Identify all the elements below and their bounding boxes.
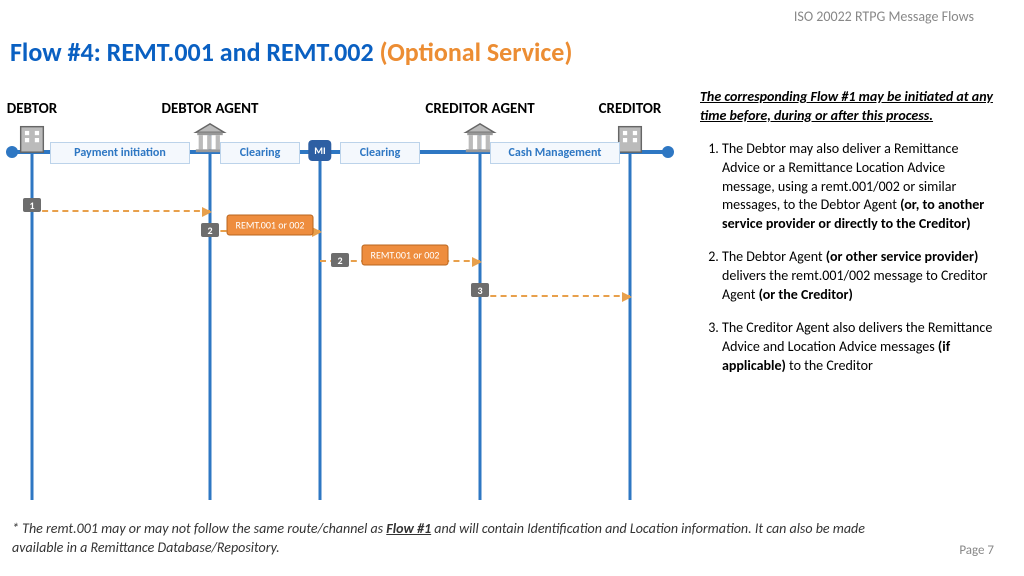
title-main: Flow #4: REMT.001 and REMT.002 <box>10 36 374 68</box>
segment-clearing-1: Clearing <box>220 142 300 164</box>
lifeline-dagent <box>209 128 212 500</box>
lifeline-debtor <box>31 128 34 500</box>
step-3-badge: 3 <box>471 283 489 297</box>
actor-cagent-label: CREDITOR AGENT <box>425 100 534 118</box>
segment-payment-initiation: Payment initiation <box>50 142 190 164</box>
sequence-diagram: DEBTOR DEBTOR AGENT CREDITOR AGENT CREDI… <box>10 100 670 500</box>
timing-note: The corresponding Flow #1 may be initiat… <box>700 88 994 126</box>
actor-creditor-label: CREDITOR <box>599 100 662 118</box>
step-1-badge: 1 <box>23 198 41 212</box>
msg-remt-2a: REMT.001 or 002 <box>227 215 314 236</box>
arrow-1 <box>32 210 210 212</box>
title-optional: (Optional Service) <box>380 36 573 68</box>
msg-remt-2b: REMT.001 or 002 <box>362 245 449 266</box>
actor-debtor-label: DEBTOR <box>7 100 57 118</box>
lifeline-cagent <box>479 128 482 500</box>
footnote: * The remt.001 may or may not follow the… <box>12 519 904 558</box>
explanation-column: The corresponding Flow #1 may be initiat… <box>700 88 994 390</box>
office-icon <box>15 120 49 156</box>
page-title: Flow #4: REMT.001 and REMT.002 (Optional… <box>10 36 573 68</box>
lifeline-mi <box>319 154 322 500</box>
page-number: Page 7 <box>959 543 994 558</box>
segment-clearing-2: Clearing <box>340 142 420 164</box>
actor-dagent-label: DEBTOR AGENT <box>162 100 259 118</box>
lifeline-creditor <box>629 128 632 500</box>
explanation-step-2: The Debtor Agent (or other service provi… <box>722 248 994 305</box>
step-2b-badge: 2 <box>331 253 349 267</box>
step-2a-badge: 2 <box>201 223 219 237</box>
segment-cash-management: Cash Management <box>490 142 620 164</box>
doc-header-right: ISO 20022 RTPG Message Flows <box>794 8 974 25</box>
explanation-step-1: The Debtor may also deliver a Remittance… <box>722 140 994 234</box>
explanation-step-3: The Creditor Agent also delivers the Rem… <box>722 319 994 376</box>
arrow-3 <box>480 295 630 297</box>
mi-badge: MI <box>308 140 331 161</box>
